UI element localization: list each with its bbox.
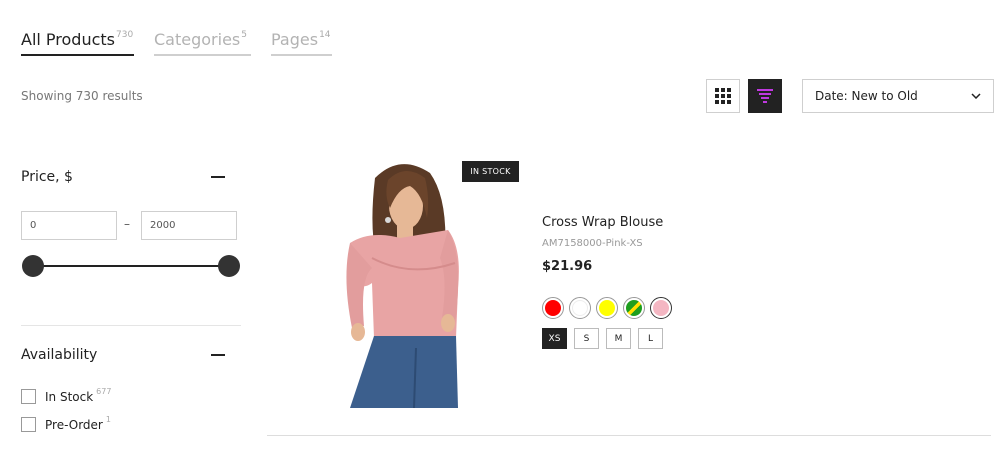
- price-max-input[interactable]: 2000: [141, 211, 237, 240]
- availability-count: 1: [105, 415, 111, 424]
- price-min-input[interactable]: 0: [21, 211, 117, 240]
- product-sku: AM7158000-Pink-XS: [542, 238, 643, 249]
- availability-count: 677: [96, 387, 112, 396]
- size-xs[interactable]: XS: [542, 328, 567, 349]
- color-swatch-yellow[interactable]: [596, 297, 618, 319]
- tab-all-products[interactable]: All Products 730: [21, 30, 134, 56]
- tab-label: Categories: [154, 30, 241, 49]
- color-swatches: [542, 297, 672, 319]
- color-swatch-white[interactable]: [569, 297, 591, 319]
- collapse-availability-icon[interactable]: [211, 354, 225, 356]
- availability-filter-title: Availability: [21, 347, 98, 363]
- stock-badge: IN STOCK: [462, 161, 519, 182]
- tab-pages[interactable]: Pages 14: [271, 30, 332, 56]
- grid-icon: [715, 88, 731, 104]
- size-m[interactable]: M: [606, 328, 631, 349]
- tab-label: Pages: [271, 30, 319, 49]
- availability-pre-order[interactable]: Pre-Order 1: [21, 415, 111, 432]
- sort-selected: Date: New to Old: [815, 89, 918, 103]
- price-slider-max-handle[interactable]: [218, 255, 240, 277]
- color-swatch-green-yellow[interactable]: [623, 297, 645, 319]
- size-s[interactable]: S: [574, 328, 599, 349]
- availability-label: Pre-Order: [45, 417, 103, 432]
- collapse-price-icon[interactable]: [211, 176, 225, 178]
- size-l[interactable]: L: [638, 328, 663, 349]
- tab-count: 14: [319, 30, 331, 40]
- price-slider-track: [33, 265, 229, 267]
- tab-count: 5: [241, 30, 247, 40]
- tab-count: 730: [116, 30, 134, 40]
- chevron-down-icon: [971, 93, 981, 99]
- results-count: Showing 730 results: [21, 89, 143, 103]
- availability-label: In Stock: [45, 389, 94, 404]
- range-separator: –: [124, 217, 130, 231]
- list-view-button[interactable]: [748, 79, 782, 113]
- product-divider: [267, 435, 991, 436]
- size-options: XS S M L: [542, 328, 663, 349]
- filter-divider: [21, 325, 241, 326]
- price-filter-title: Price, $: [21, 169, 73, 185]
- checkbox[interactable]: [21, 389, 36, 404]
- grid-view-button[interactable]: [706, 79, 740, 113]
- tab-label: All Products: [21, 30, 116, 49]
- tab-categories[interactable]: Categories 5: [154, 30, 251, 56]
- sort-dropdown[interactable]: Date: New to Old: [802, 79, 994, 113]
- color-swatch-pink[interactable]: [650, 297, 672, 319]
- product-price: $21.96: [542, 259, 593, 274]
- product-name[interactable]: Cross Wrap Blouse: [542, 215, 663, 230]
- checkbox[interactable]: [21, 417, 36, 432]
- price-slider-min-handle[interactable]: [22, 255, 44, 277]
- color-swatch-red[interactable]: [542, 297, 564, 319]
- availability-in-stock[interactable]: In Stock 677: [21, 387, 112, 404]
- product-image[interactable]: [330, 158, 470, 408]
- list-icon: [757, 89, 773, 103]
